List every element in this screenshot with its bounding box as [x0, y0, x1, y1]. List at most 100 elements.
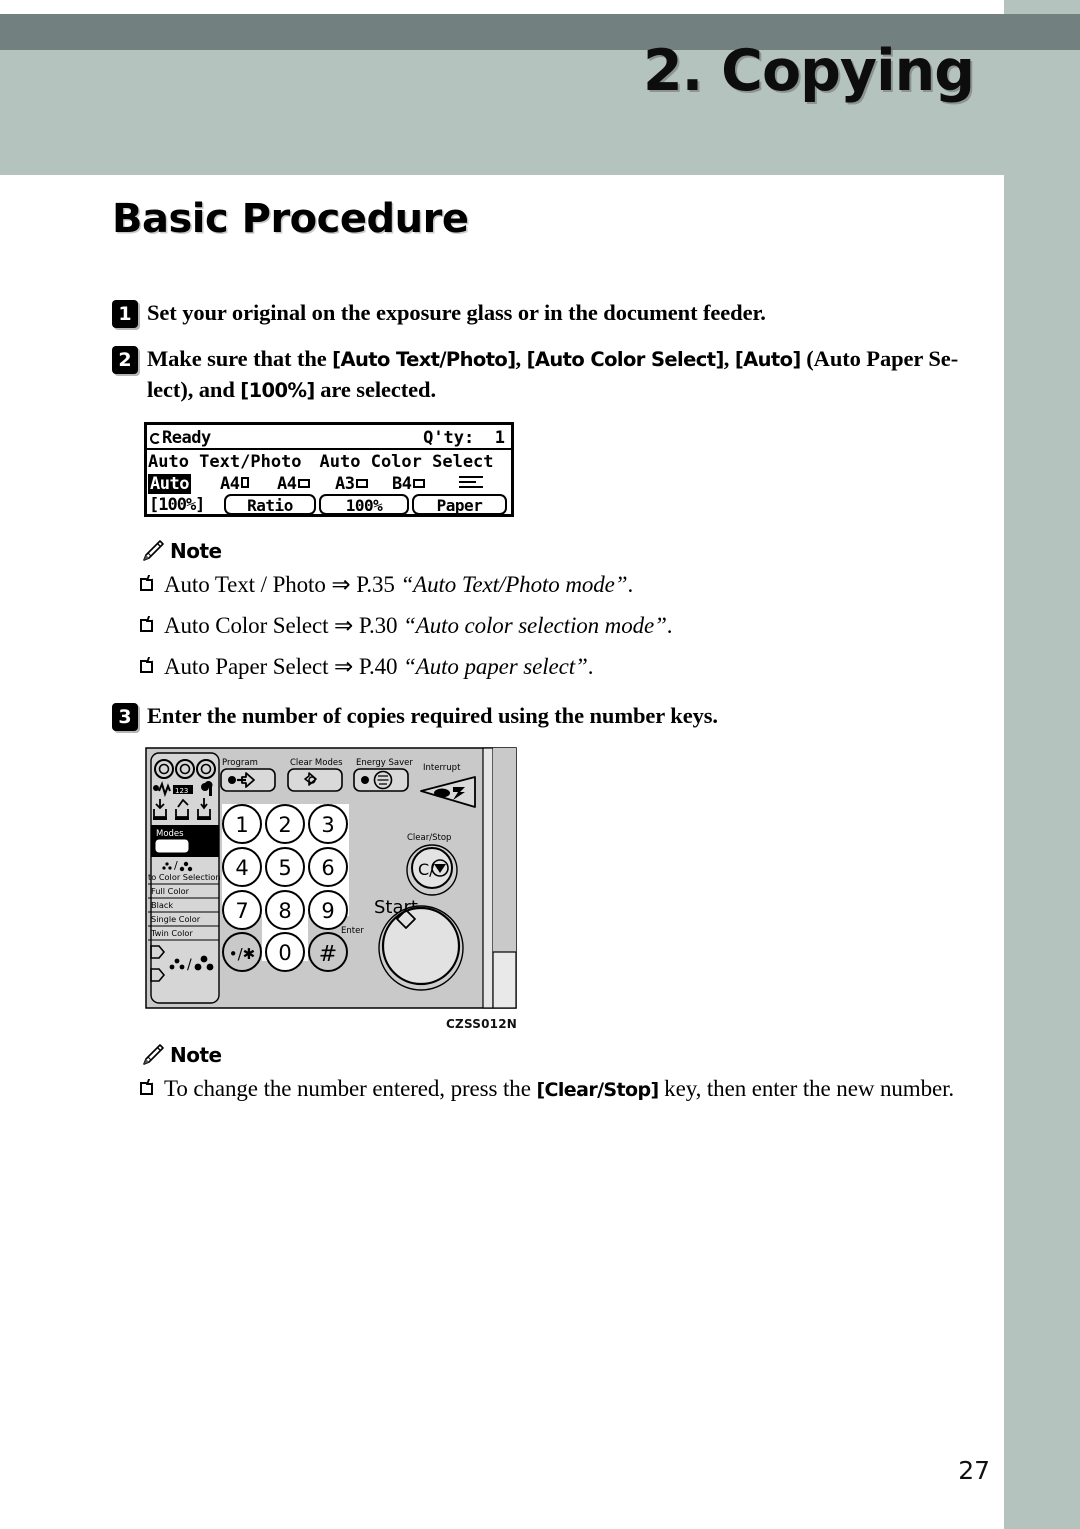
step-2-part-4: (Auto Paper Se-	[800, 346, 959, 371]
note-header: Note	[140, 539, 984, 563]
lcd-button-zoom[interactable]: 100%	[319, 494, 409, 515]
step-3-text: Enter the number of copies required usin…	[147, 703, 718, 728]
step-1-text: Set your original on the exposure glass …	[147, 300, 766, 325]
svg-text:7: 7	[235, 899, 248, 923]
pencil-icon	[143, 1044, 164, 1065]
lcd-button-ratio[interactable]: Ratio	[224, 494, 316, 515]
note-bullet-icon	[140, 660, 153, 673]
note-tail: key, then enter the new number.	[658, 1076, 955, 1101]
note-item: To change the number entered, press the …	[140, 1073, 984, 1106]
manual-page: 2. Copying Basic Procedure 1 Set your or…	[0, 0, 1080, 1529]
note-bullet-icon	[140, 1082, 153, 1095]
lcd-status-label: Ready	[162, 428, 211, 448]
note-label: Note	[170, 1043, 222, 1067]
pencil-icon	[143, 540, 164, 561]
step-3: 3 Enter the number of copies required us…	[112, 701, 984, 731]
svg-text:5: 5	[278, 856, 291, 880]
step-number-badge: 1	[112, 300, 138, 328]
note-lead: Auto Color Select ⇒ P.30	[164, 613, 404, 638]
control-panel-figure: 123 Modes / to Color Selection Full Colo…	[145, 747, 517, 1031]
note-bullet-icon	[140, 619, 153, 632]
lcd-paper-a4-portrait[interactable]: A4	[220, 474, 250, 494]
note-item-text: Auto Paper Select ⇒ P.40 “Auto paper sel…	[164, 651, 593, 683]
lcd-zoom-display: [100%]	[149, 495, 205, 515]
interrupt-label: Interrupt	[423, 763, 461, 773]
copier-lcd-screen: Ready Q'ty: 1 Auto Text/Photo Auto Color …	[144, 422, 514, 517]
step-2-part-3: ,	[723, 346, 735, 371]
enter-label: Enter	[341, 926, 364, 936]
svg-text:0: 0	[278, 941, 291, 965]
lcd-paper-a3-landscape[interactable]: A3	[335, 474, 369, 494]
note-item-text: Auto Color Select ⇒ P.30 “Auto color sel…	[164, 610, 673, 642]
lcd-figure: Ready Q'ty: 1 Auto Text/Photo Auto Color …	[144, 422, 984, 517]
page-title: Basic Procedure	[112, 196, 469, 242]
clear-stop-label: Clear/Stop	[407, 833, 451, 843]
note-label: Note	[170, 539, 222, 563]
step-2-part-2: ,	[515, 346, 527, 371]
paper-list-icon[interactable]	[459, 476, 483, 490]
step-2: 2 Make sure that the [Auto Text/Photo], …	[112, 344, 984, 406]
svg-text:6: 6	[321, 856, 334, 880]
step-number-badge: 2	[112, 346, 138, 374]
clear-modes-label: Clear Modes	[290, 758, 343, 768]
paper-landscape-icon	[298, 479, 311, 488]
figure-code: CZSS012N	[446, 1017, 517, 1031]
note-item: Auto Color Select ⇒ P.30 “Auto color sel…	[140, 610, 984, 642]
page-number: 27	[958, 1456, 990, 1485]
lcd-modes-text: Auto Text/Photo Auto Color Select	[148, 452, 494, 472]
paper-portrait-icon	[241, 477, 250, 488]
svg-text:Full Color: Full Color	[151, 886, 190, 896]
paper-size-label: A3	[335, 474, 355, 494]
note-item: Auto Text / Photo ⇒ P.35 “Auto Text/Phot…	[140, 569, 984, 601]
key-auto-text-photo: [Auto Text/Photo]	[332, 348, 516, 371]
lcd-button-row: [100%] Ratio 100% Paper	[147, 494, 511, 517]
note-tail: .	[666, 613, 673, 638]
program-label: Program	[222, 758, 258, 768]
step-1: 1 Set your original on the exposure glas…	[112, 298, 984, 328]
lcd-paper-row: Auto A4 A4 A3 B4	[147, 472, 511, 496]
key-clear-stop: [Clear/Stop]	[536, 1079, 659, 1101]
step-2-part-6: are selected.	[314, 377, 436, 402]
svg-text:Black: Black	[151, 900, 173, 910]
note-tail: .	[587, 654, 594, 679]
lcd-paper-a4-landscape[interactable]: A4	[277, 474, 311, 494]
lcd-paper-auto-selected[interactable]: Auto	[148, 474, 191, 494]
svg-text:1: 1	[235, 813, 248, 837]
step-2-part-5: lect), and	[147, 377, 241, 402]
lcd-mode-text-photo: Auto Text/Photo	[148, 452, 302, 472]
svg-text:/: /	[174, 859, 178, 872]
note-bullet-icon	[140, 578, 153, 591]
svg-text:9: 9	[321, 899, 334, 923]
svg-text:•/✱: •/✱	[229, 945, 255, 963]
lcd-status-text: Ready	[150, 428, 211, 448]
svg-text:8: 8	[278, 899, 291, 923]
paper-landscape-icon	[413, 479, 426, 488]
note-lead: Auto Paper Select ⇒ P.40	[164, 654, 404, 679]
lcd-status-row: Ready Q'ty: 1	[147, 425, 511, 450]
note-item: Auto Paper Select ⇒ P.40 “Auto paper sel…	[140, 651, 984, 683]
paper-size-label: A4	[277, 474, 297, 494]
control-panel-diagram: 123 Modes / to Color Selection Full Colo…	[145, 747, 517, 1009]
step-number-badge: 3	[112, 703, 138, 731]
svg-text:4: 4	[235, 856, 248, 880]
step-2-text: Make sure that the [Auto Text/Photo], [A…	[147, 344, 958, 406]
key-auto: [Auto]	[734, 348, 802, 371]
modes-label: Modes	[156, 829, 184, 839]
lcd-qty-label: Q'ty:	[423, 428, 475, 448]
note-reference: “Auto paper select”	[403, 654, 588, 679]
svg-text:#: #	[319, 942, 337, 967]
lcd-mode-row: Auto Text/Photo Auto Color Select	[147, 450, 511, 474]
step-2-part-1: Make sure that the	[147, 346, 333, 371]
key-auto-color-select: [Auto Color Select]	[526, 348, 725, 371]
note-reference: “Auto color selection mode”	[403, 613, 667, 638]
lcd-paper-b4-landscape[interactable]: B4	[392, 474, 426, 494]
note-item-text: Auto Text / Photo ⇒ P.35 “Auto Text/Phot…	[164, 569, 633, 601]
svg-text:Single Color: Single Color	[151, 914, 201, 924]
svg-text:123: 123	[175, 787, 188, 795]
note-tail: .	[627, 572, 634, 597]
right-edge-band	[1004, 0, 1080, 1529]
lcd-button-paper[interactable]: Paper	[412, 494, 507, 515]
note-item-text: To change the number entered, press the …	[164, 1073, 954, 1106]
svg-text:/: /	[187, 957, 192, 973]
note-reference: “Auto Text/Photo mode”	[400, 572, 628, 597]
